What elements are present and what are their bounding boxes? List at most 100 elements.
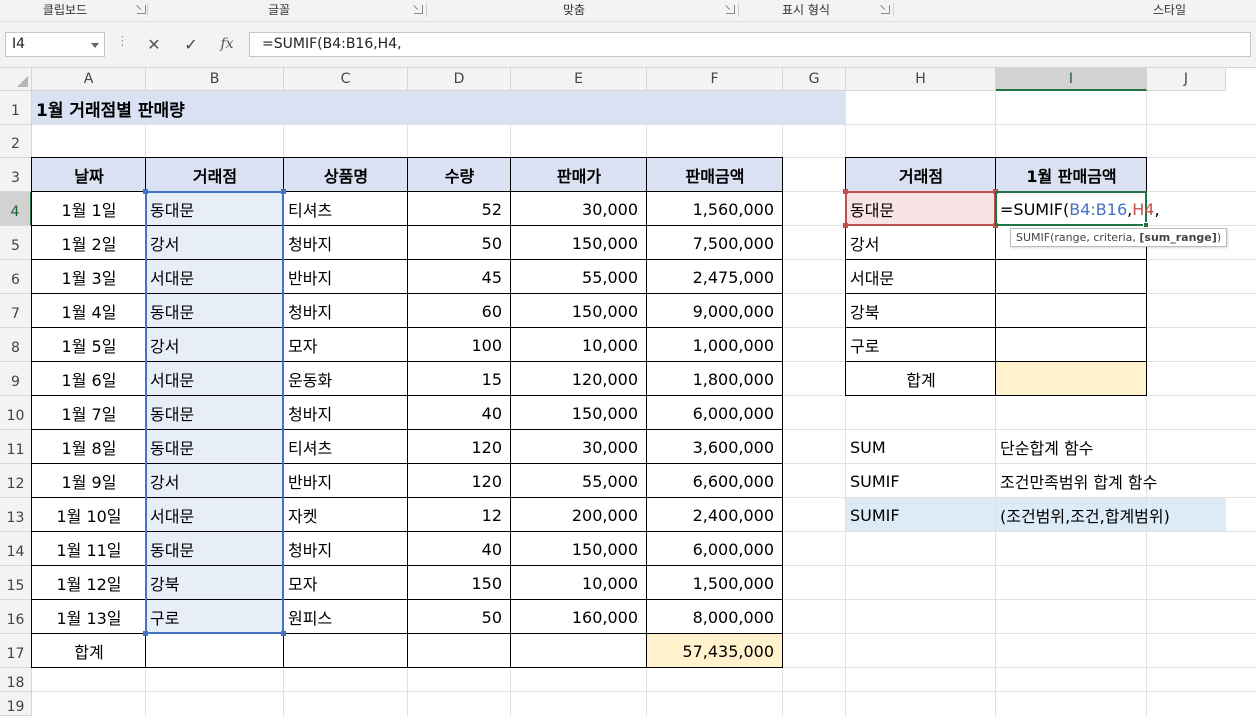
quantity-cell[interactable]: 15: [408, 362, 511, 396]
name-box[interactable]: I4: [5, 32, 105, 57]
column-header-e[interactable]: E: [511, 68, 647, 91]
price-cell[interactable]: 55,000: [511, 464, 647, 498]
amount-cell[interactable]: 6,000,000: [647, 396, 783, 430]
clipboard-launcher-icon[interactable]: [137, 5, 146, 14]
range-handle[interactable]: [281, 189, 286, 194]
date-cell[interactable]: 1월 12일: [32, 566, 146, 600]
row-header-4[interactable]: 4: [0, 192, 32, 226]
total-value-cell[interactable]: 57,435,000: [647, 634, 783, 668]
amount-cell[interactable]: 2,475,000: [647, 260, 783, 294]
row-header-1[interactable]: 1: [0, 91, 32, 125]
row-header-5[interactable]: 5: [0, 226, 32, 260]
range-handle[interactable]: [143, 631, 148, 636]
quantity-cell[interactable]: 150: [408, 566, 511, 600]
row-header-6[interactable]: 6: [0, 260, 32, 294]
date-cell[interactable]: 1월 2일: [32, 226, 146, 260]
table-header-cell[interactable]: 날짜: [32, 158, 146, 192]
insert-function-icon[interactable]: fx: [214, 32, 240, 57]
amount-cell[interactable]: 3,600,000: [647, 430, 783, 464]
summary-branch-cell[interactable]: 강서: [846, 226, 996, 260]
row-header-13[interactable]: 13: [0, 498, 32, 532]
amount-cell[interactable]: 9,000,000: [647, 294, 783, 328]
summary-total-label-cell[interactable]: 합계: [846, 362, 996, 396]
price-cell[interactable]: 150,000: [511, 226, 647, 260]
amount-cell[interactable]: 6,600,000: [647, 464, 783, 498]
date-cell[interactable]: 1월 13일: [32, 600, 146, 634]
table-header-cell[interactable]: 거래점: [146, 158, 284, 192]
amount-cell[interactable]: 1,800,000: [647, 362, 783, 396]
column-header-j[interactable]: J: [1147, 68, 1226, 91]
chevron-down-icon[interactable]: [91, 43, 99, 48]
product-cell[interactable]: 운동화: [284, 362, 408, 396]
product-cell[interactable]: 모자: [284, 328, 408, 362]
sheet-title[interactable]: 1월 거래점별 판매량: [32, 91, 846, 125]
summary-branch-cell[interactable]: 구로: [846, 328, 996, 362]
price-cell[interactable]: 160,000: [511, 600, 647, 634]
price-cell[interactable]: 150,000: [511, 294, 647, 328]
quantity-cell[interactable]: 120: [408, 430, 511, 464]
table-header-cell[interactable]: 판매금액: [647, 158, 783, 192]
note-description-cell[interactable]: 조건만족범위 합계 함수: [996, 464, 1226, 498]
row-header-10[interactable]: 10: [0, 396, 32, 430]
column-header-c[interactable]: C: [284, 68, 408, 91]
row-header-2[interactable]: 2: [0, 125, 32, 158]
table-header-cell[interactable]: 수량: [408, 158, 511, 192]
row-header-11[interactable]: 11: [0, 430, 32, 464]
summary-header-cell[interactable]: 1월 판매금액: [996, 158, 1147, 192]
amount-cell[interactable]: 1,500,000: [647, 566, 783, 600]
column-header-d[interactable]: D: [408, 68, 511, 91]
quantity-cell[interactable]: 52: [408, 192, 511, 226]
amount-cell[interactable]: 2,400,000: [647, 498, 783, 532]
column-header-a[interactable]: A: [32, 68, 146, 91]
summary-header-cell[interactable]: 거래점: [846, 158, 996, 192]
date-cell[interactable]: 1월 5일: [32, 328, 146, 362]
row-header-7[interactable]: 7: [0, 294, 32, 328]
column-header-f[interactable]: F: [647, 68, 783, 91]
column-header-i[interactable]: I: [996, 68, 1147, 91]
product-cell[interactable]: 청바지: [284, 226, 408, 260]
product-cell[interactable]: 청바지: [284, 396, 408, 430]
range-handle[interactable]: [281, 631, 286, 636]
amount-cell[interactable]: 8,000,000: [647, 600, 783, 634]
quantity-cell[interactable]: 50: [408, 226, 511, 260]
note-function-cell[interactable]: SUM: [846, 430, 996, 464]
product-cell[interactable]: 모자: [284, 566, 408, 600]
formula-input[interactable]: =SUMIF(B4:B16,H4,: [249, 32, 1251, 57]
column-header-h[interactable]: H: [846, 68, 996, 91]
column-header-g[interactable]: G: [783, 68, 846, 91]
font-launcher-icon[interactable]: [414, 5, 423, 14]
row-header-15[interactable]: 15: [0, 566, 32, 600]
amount-cell[interactable]: 1,560,000: [647, 192, 783, 226]
quantity-cell[interactable]: 100: [408, 328, 511, 362]
date-cell[interactable]: 1월 10일: [32, 498, 146, 532]
select-all-button[interactable]: [0, 68, 32, 91]
range-handle[interactable]: [143, 189, 148, 194]
row-header-16[interactable]: 16: [0, 600, 32, 634]
date-cell[interactable]: 1월 1일: [32, 192, 146, 226]
quantity-cell[interactable]: 120: [408, 464, 511, 498]
row-header-3[interactable]: 3: [0, 158, 32, 192]
date-cell[interactable]: 1월 8일: [32, 430, 146, 464]
quantity-cell[interactable]: 50: [408, 600, 511, 634]
date-cell[interactable]: 1월 3일: [32, 260, 146, 294]
price-cell[interactable]: 120,000: [511, 362, 647, 396]
total-label-cell[interactable]: 합계: [32, 634, 146, 668]
cancel-icon[interactable]: ✕: [141, 32, 167, 57]
row-header-8[interactable]: 8: [0, 328, 32, 362]
quantity-cell[interactable]: 12: [408, 498, 511, 532]
amount-cell[interactable]: 1,000,000: [647, 328, 783, 362]
price-cell[interactable]: 10,000: [511, 566, 647, 600]
price-cell[interactable]: 200,000: [511, 498, 647, 532]
more-options-icon[interactable]: ⋮: [116, 34, 129, 49]
quantity-cell[interactable]: 60: [408, 294, 511, 328]
price-cell[interactable]: 30,000: [511, 430, 647, 464]
number-format-launcher-icon[interactable]: [881, 5, 890, 14]
product-cell[interactable]: 자켓: [284, 498, 408, 532]
summary-branch-cell[interactable]: 강북: [846, 294, 996, 328]
amount-cell[interactable]: 7,500,000: [647, 226, 783, 260]
row-header-17[interactable]: 17: [0, 634, 32, 668]
product-cell[interactable]: 반바지: [284, 464, 408, 498]
price-cell[interactable]: 10,000: [511, 328, 647, 362]
price-cell[interactable]: 150,000: [511, 396, 647, 430]
amount-cell[interactable]: 6,000,000: [647, 532, 783, 566]
